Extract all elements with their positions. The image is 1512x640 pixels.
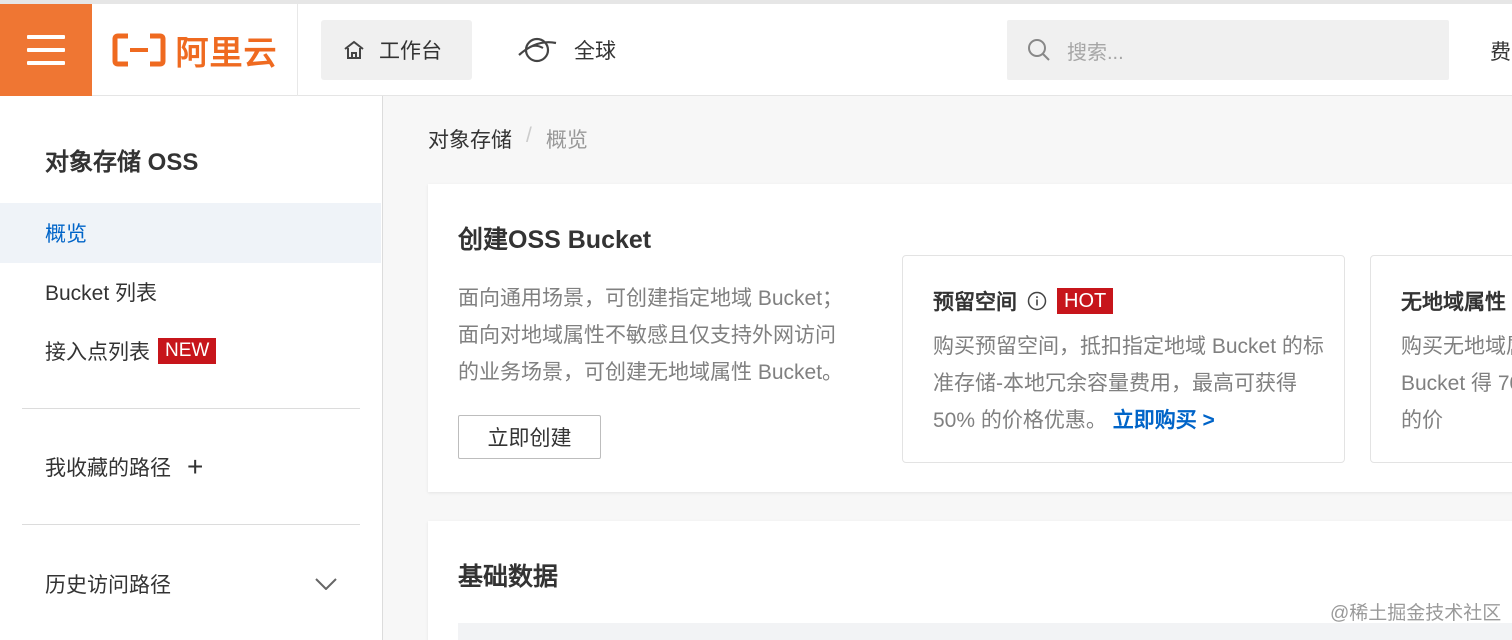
description-line: 的业务场景，可创建无地域属性 Bucket。	[458, 361, 844, 384]
chevron-down-icon[interactable]	[315, 578, 337, 590]
top-right-menu-item[interactable]: 费	[1490, 36, 1511, 66]
nav-workbench-label: 工作台	[379, 40, 442, 63]
description-line: 面向对地域属性不敏感且仅支持外网访问	[458, 324, 836, 347]
sidebar: 对象存储 OSS 概览 Bucket 列表 接入点列表 NEW 我收藏的路径 +…	[0, 96, 383, 640]
basic-data-content	[458, 623, 1512, 640]
search-icon	[1028, 39, 1050, 61]
create-now-button[interactable]: 立即创建	[458, 415, 601, 459]
info-icon[interactable]	[1027, 291, 1047, 311]
logo-text: 阿里云	[175, 34, 278, 71]
sidebar-item-label: 概览	[45, 223, 87, 246]
menu-line-icon	[27, 61, 65, 65]
sidebar-item-label: 接入点列表	[45, 341, 150, 364]
create-bucket-description: 面向通用场景，可创建指定地域 Bucket； 面向对地域属性不敏感且仅支持外网访…	[458, 280, 878, 391]
breadcrumb-root[interactable]: 对象存储	[428, 124, 512, 154]
add-favorite-icon[interactable]: +	[187, 453, 203, 481]
sidebar-item-label: Bucket 列表	[45, 282, 158, 305]
reserved-space-title: 预留空间	[933, 291, 1017, 314]
reserved-space-header: 预留空间 HOT	[933, 286, 1114, 316]
home-icon	[344, 40, 364, 59]
search-placeholder: 搜索...	[1067, 41, 1124, 64]
description-line: 面向通用场景，可创建指定地域 Bucket；	[458, 287, 844, 310]
reserved-space-card: 预留空间 HOT 购买预留空间，抵扣指定地域 Bucket 的标准存储-本地冗余…	[902, 255, 1345, 463]
top-bar: 阿里云 工作台 全球 搜索... 费	[0, 0, 1512, 96]
watermark: @稀土掘金技术社区	[1330, 603, 1502, 624]
new-badge: NEW	[158, 338, 217, 364]
reserved-space-description: 购买预留空间，抵扣指定地域 Bucket 的标准存储-本地冗余容量费用，最高可获…	[933, 328, 1333, 439]
no-region-card: 无地域属性 购买无地域属性 Bucket 得 70% 的价	[1370, 255, 1512, 463]
nav-global-label: 全球	[574, 40, 616, 63]
favorites-label: 我收藏的路径	[45, 457, 171, 480]
basic-data-title: 基础数据	[458, 563, 559, 591]
breadcrumb: 对象存储 / 概览	[428, 124, 588, 154]
sidebar-item-bucket-list[interactable]: Bucket 列表	[0, 262, 381, 322]
buy-now-link[interactable]: 立即购买 >	[1113, 409, 1215, 432]
sidebar-item-overview[interactable]: 概览	[0, 203, 381, 263]
breadcrumb-current: 概览	[545, 129, 588, 152]
aliyun-logo[interactable]: 阿里云	[92, 4, 298, 96]
nav-workbench-button[interactable]: 工作台	[321, 20, 472, 80]
no-region-description: 购买无地域属性 Bucket 得 70% 的价	[1401, 335, 1512, 432]
nav-global-button[interactable]: 全球	[516, 20, 616, 80]
hamburger-menu-button[interactable]	[0, 4, 92, 96]
sidebar-item-access-points[interactable]: 接入点列表 NEW	[0, 321, 381, 381]
create-bucket-title: 创建OSS Bucket	[458, 226, 652, 254]
sidebar-divider	[22, 408, 360, 409]
no-region-title: 无地域属性	[1401, 291, 1506, 314]
sidebar-title: 对象存储 OSS	[45, 149, 199, 176]
menu-line-icon	[27, 35, 65, 39]
hot-badge: HOT	[1057, 288, 1114, 314]
search-input[interactable]: 搜索...	[1007, 20, 1449, 80]
sidebar-history[interactable]: 历史访问路径	[0, 554, 381, 614]
menu-line-icon	[27, 48, 65, 52]
globe-icon	[518, 37, 557, 63]
breadcrumb-separator: /	[526, 124, 532, 147]
aliyun-logo-icon	[112, 33, 165, 67]
sidebar-divider	[22, 524, 360, 525]
create-bucket-card: 创建OSS Bucket 面向通用场景，可创建指定地域 Bucket； 面向对地…	[428, 184, 1512, 492]
sidebar-favorites[interactable]: 我收藏的路径 +	[0, 437, 381, 497]
history-label: 历史访问路径	[45, 574, 171, 597]
no-region-header: 无地域属性	[1401, 286, 1506, 316]
